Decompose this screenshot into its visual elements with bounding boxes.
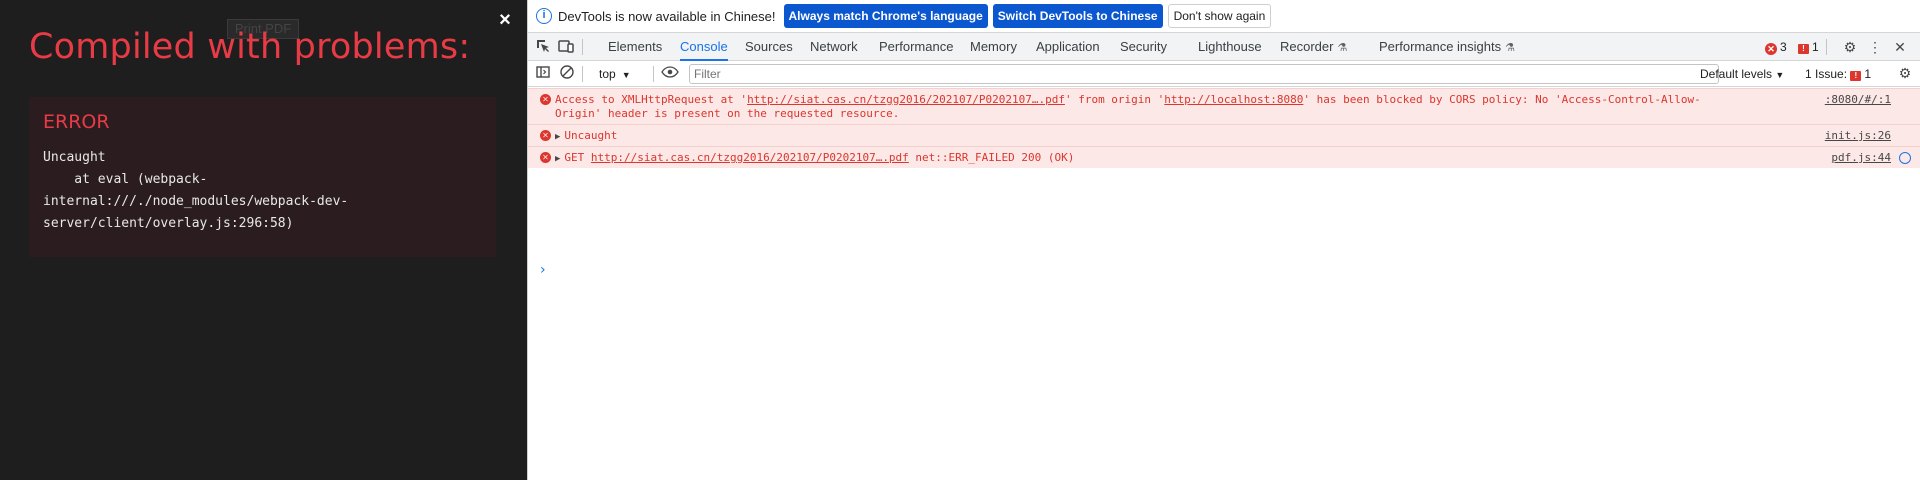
log-levels-label: Default levels xyxy=(1700,67,1773,81)
error-text-part: Access to XMLHttpRequest at ' xyxy=(555,93,748,106)
error-text[interactable]: ▶ Uncaught xyxy=(528,129,1920,144)
tab-application[interactable]: Application xyxy=(1036,33,1100,61)
webpack-error-overlay: Print PDF × Compiled with problems: ERRO… xyxy=(0,0,527,480)
overlay-close-button[interactable]: × xyxy=(495,8,515,32)
overlay-title: Compiled with problems: xyxy=(29,27,471,67)
error-icon: ✕ xyxy=(540,130,551,141)
context-selector[interactable]: top ▼ xyxy=(599,65,631,84)
tab-memory[interactable]: Memory xyxy=(970,33,1017,61)
error-text: Access to XMLHttpRequest at 'http://siat… xyxy=(528,93,1920,121)
tab-console[interactable]: Console xyxy=(680,33,728,61)
issue-icon: ! xyxy=(1850,71,1862,81)
error-icon: ✕ xyxy=(540,94,551,105)
tab-elements[interactable]: Elements xyxy=(608,33,662,61)
console-messages: ✕ Access to XMLHttpRequest at 'http://si… xyxy=(528,88,1920,278)
toolbar-divider xyxy=(582,66,583,82)
origin-link[interactable]: http://localhost:8080 xyxy=(1164,93,1303,106)
source-link[interactable]: pdf.js:44 xyxy=(1831,151,1891,165)
flask-icon: ⚗ xyxy=(1337,42,1348,54)
error-icon: ✕ xyxy=(540,152,551,163)
console-error-row: ✕ ▶ GET http://siat.cas.cn/tzgg2016/20210… xyxy=(528,146,1920,168)
error-text-part: GET xyxy=(564,151,591,164)
clear-console-icon[interactable] xyxy=(558,64,576,82)
issue-icon: ! xyxy=(1798,44,1809,54)
devtools-panel: i DevTools is now available in Chinese! … xyxy=(527,0,1920,480)
issue-count: 1 xyxy=(1812,40,1819,54)
tab-lighthouse[interactable]: Lighthouse xyxy=(1198,33,1262,61)
tab-network[interactable]: Network xyxy=(810,33,858,61)
tab-recorder-label: Recorder xyxy=(1280,39,1334,54)
error-counter[interactable]: ✕ 3 xyxy=(1765,39,1787,55)
error-box: ERROR Uncaught at eval (webpack- interna… xyxy=(29,97,496,257)
console-error-row: ✕ Access to XMLHttpRequest at 'http://si… xyxy=(528,88,1920,124)
screen: Print PDF × Compiled with problems: ERRO… xyxy=(0,0,1920,480)
error-icon: ✕ xyxy=(1765,43,1777,55)
switch-to-chinese-button[interactable]: Switch DevTools to Chinese xyxy=(992,4,1163,28)
issues-count: 1 xyxy=(1864,67,1872,81)
issues-button[interactable]: 1 Issue: ! 1 xyxy=(1805,65,1871,83)
dont-show-again-button[interactable]: Don't show again xyxy=(1167,4,1272,28)
error-text-part: ' from origin ' xyxy=(1064,93,1165,106)
error-text-part: ' has been blocked by CORS policy: No 'A… xyxy=(1303,93,1701,106)
tab-performance-insights-label: Performance insights xyxy=(1379,39,1502,54)
always-match-language-button[interactable]: Always match Chrome's language xyxy=(783,4,988,28)
close-icon[interactable]: ✕ xyxy=(1891,38,1909,56)
inspect-element-icon[interactable] xyxy=(534,38,552,56)
tab-security[interactable]: Security xyxy=(1120,33,1167,61)
console-toolbar: top ▼ Filter Default levels ▼ 1 Issue: ! 1… xyxy=(528,61,1920,87)
tabbar-divider xyxy=(1826,39,1827,55)
tab-performance[interactable]: Performance xyxy=(879,33,953,61)
error-label: ERROR xyxy=(43,111,110,133)
source-link[interactable]: :8080/#/:1 xyxy=(1825,93,1891,107)
error-text[interactable]: ▶ GET http://siat.cas.cn/tzgg2016/202107/… xyxy=(528,151,1920,166)
console-prompt[interactable]: › xyxy=(540,262,546,278)
issue-counter[interactable]: ! 1 xyxy=(1798,39,1819,55)
caret-down-icon: ▼ xyxy=(1775,70,1785,80)
error-text-part: Uncaught xyxy=(564,129,618,142)
network-globe-icon[interactable] xyxy=(1899,152,1911,164)
issues-label: 1 Issue: xyxy=(1805,67,1848,81)
error-text-part: net::ERR_FAILED 200 (OK) xyxy=(908,151,1075,164)
caret-down-icon: ▼ xyxy=(621,70,631,80)
infobar-text: DevTools is now available in Chinese! xyxy=(558,8,776,24)
eye-icon[interactable] xyxy=(661,64,679,82)
sidebar-toggle-icon[interactable] xyxy=(534,64,552,82)
info-icon: i xyxy=(536,8,552,24)
request-url-link[interactable]: http://siat.cas.cn/tzgg2016/202107/P0202… xyxy=(747,93,1065,106)
error-text-part: Origin' header is present on the request… xyxy=(555,107,900,120)
tabbar-divider xyxy=(582,39,583,55)
tab-sources[interactable]: Sources xyxy=(745,33,793,61)
console-settings-icon[interactable]: ⚙ xyxy=(1896,64,1914,82)
source-link[interactable]: init.js:26 xyxy=(1825,129,1891,143)
tab-performance-insights[interactable]: Performance insights ⚗ xyxy=(1379,33,1515,61)
gear-icon[interactable]: ⚙ xyxy=(1841,38,1859,56)
error-message: Uncaught at eval (webpack- internal:///.… xyxy=(43,150,349,231)
toolbar-divider xyxy=(653,66,654,82)
flask-icon: ⚗ xyxy=(1505,42,1515,54)
tab-recorder[interactable]: Recorder ⚗ xyxy=(1280,33,1347,61)
log-levels-dropdown[interactable]: Default levels ▼ xyxy=(1700,65,1784,84)
language-infobar: i DevTools is now available in Chinese! … xyxy=(528,0,1920,33)
filter-input[interactable]: Filter xyxy=(689,64,1719,84)
more-options-icon[interactable]: ⋮ xyxy=(1866,38,1884,56)
context-value: top xyxy=(599,67,616,81)
device-toolbar-icon[interactable] xyxy=(557,38,575,56)
expand-triangle-icon[interactable]: ▶ xyxy=(555,132,560,142)
console-error-row: ✕ ▶ Uncaught init.js:26 xyxy=(528,124,1920,146)
error-count: 3 xyxy=(1780,40,1787,54)
expand-triangle-icon[interactable]: ▶ xyxy=(555,154,560,164)
request-url-link[interactable]: http://siat.cas.cn/tzgg2016/202107/P0202… xyxy=(591,151,909,164)
devtools-tabbar: Elements Console Sources Network Perform… xyxy=(528,33,1920,61)
